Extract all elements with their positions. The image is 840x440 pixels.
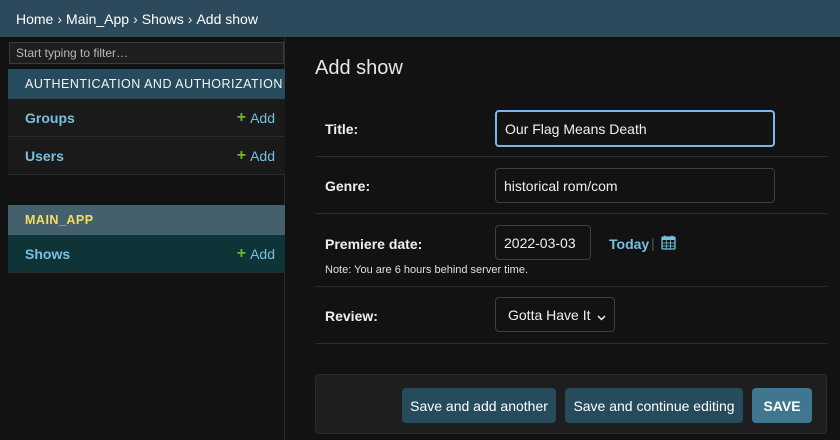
calendar-icon[interactable] bbox=[661, 235, 676, 250]
model-link-shows[interactable]: Shows bbox=[25, 246, 70, 262]
app-header-auth[interactable]: AUTHENTICATION AND AUTHORIZATION bbox=[8, 69, 285, 99]
breadcrumb-model[interactable]: Shows bbox=[142, 11, 184, 27]
review-label: Review: bbox=[325, 308, 378, 324]
app-header-label: MAIN_APP bbox=[25, 213, 94, 227]
breadcrumb: Home › Main_App › Shows › Add show bbox=[0, 0, 840, 37]
model-link-groups[interactable]: Groups bbox=[25, 110, 75, 126]
breadcrumb-current: Add show bbox=[196, 10, 258, 27]
premiere-date-label: Premiere date: bbox=[325, 236, 423, 252]
model-link-users[interactable]: Users bbox=[25, 148, 64, 164]
premiere-date-value: 2022-03-03 bbox=[504, 234, 576, 251]
add-groups-link[interactable]: + Add bbox=[237, 109, 275, 127]
save-and-add-another-button[interactable]: Save and add another bbox=[402, 388, 556, 423]
add-label: Add bbox=[250, 245, 275, 262]
breadcrumb-home[interactable]: Home bbox=[16, 11, 53, 27]
review-select[interactable]: Gotta Have It bbox=[495, 297, 615, 332]
title-value: Our Flag Means Death bbox=[505, 120, 647, 137]
plus-icon: + bbox=[236, 244, 247, 262]
genre-label: Genre: bbox=[325, 178, 371, 194]
today-link[interactable]: Today bbox=[609, 236, 649, 252]
title-input[interactable]: Our Flag Means Death bbox=[495, 110, 775, 147]
form-row-review: Review: Gotta Have It bbox=[315, 287, 827, 344]
timezone-help-text: Note: You are 6 hours behind server time… bbox=[325, 264, 529, 276]
app-header-label: AUTHENTICATION AND AUTHORIZATION bbox=[25, 77, 283, 91]
app-header-main-app[interactable]: MAIN_APP bbox=[8, 205, 285, 235]
save-button[interactable]: SAVE bbox=[752, 388, 812, 423]
plus-icon: + bbox=[236, 108, 247, 126]
breadcrumb-app[interactable]: Main_App bbox=[66, 11, 129, 27]
title-label: Title: bbox=[325, 121, 359, 137]
plus-icon: + bbox=[236, 146, 247, 164]
genre-input[interactable]: historical rom/com bbox=[495, 168, 775, 203]
sidebar-item-users[interactable]: Users + Add bbox=[8, 137, 285, 175]
form-row-premiere-date: Premiere date: 2022-03-03 Today | Note: … bbox=[315, 214, 827, 287]
chevron-down-icon bbox=[597, 309, 606, 321]
form-row-title: Title: Our Flag Means Death bbox=[315, 100, 827, 157]
add-users-link[interactable]: + Add bbox=[237, 147, 275, 165]
breadcrumb-separator: › bbox=[187, 10, 193, 27]
nav-sidebar: Start typing to filter… AUTHENTICATION A… bbox=[8, 37, 285, 440]
add-label: Add bbox=[250, 109, 275, 126]
genre-value: historical rom/com bbox=[504, 177, 618, 194]
nav-filter-input[interactable]: Start typing to filter… bbox=[9, 42, 284, 64]
add-shows-link[interactable]: + Add bbox=[237, 245, 275, 263]
sidebar-item-groups[interactable]: Groups + Add bbox=[8, 99, 285, 137]
filter-placeholder: Start typing to filter… bbox=[16, 46, 129, 60]
breadcrumb-separator: › bbox=[133, 10, 138, 27]
review-value: Gotta Have It bbox=[508, 306, 591, 323]
breadcrumb-separator: › bbox=[57, 10, 63, 27]
page-title: Add show bbox=[315, 57, 403, 79]
premiere-date-input[interactable]: 2022-03-03 bbox=[495, 225, 591, 260]
save-and-continue-button[interactable]: Save and continue editing bbox=[565, 388, 743, 423]
submit-row: Save and add another Save and continue e… bbox=[315, 374, 827, 434]
today-separator: | bbox=[651, 235, 655, 251]
sidebar-item-shows[interactable]: Shows + Add bbox=[8, 235, 285, 273]
form-row-genre: Genre: historical rom/com bbox=[315, 157, 827, 214]
add-label: Add bbox=[250, 147, 275, 164]
